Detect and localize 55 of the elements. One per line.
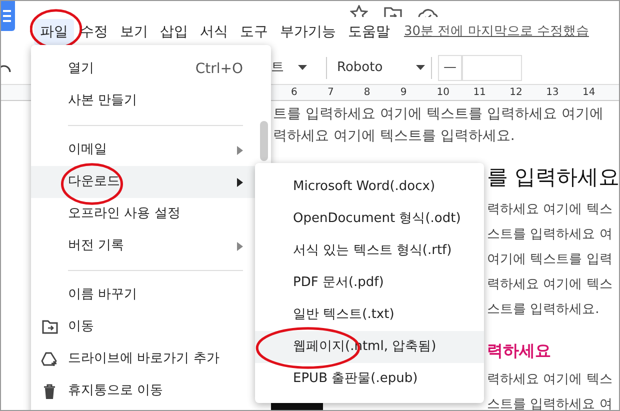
menu-item-label: 이동 [68, 318, 95, 336]
ruler-number: 10 [436, 86, 450, 100]
body-text: 스트를 입력하세요 여 [487, 226, 612, 244]
menu-item-label: 이름 바꾸기 [68, 286, 138, 304]
font-size-field[interactable] [462, 54, 522, 80]
caret-icon [416, 65, 425, 70]
menu-item[interactable]: 열기 Ctrl+O [31, 53, 271, 85]
menu-tab[interactable]: 서식 [194, 19, 234, 45]
body-text: 스트를 입력하세요 여 [487, 396, 612, 410]
menu-tab[interactable]: 부가기능 [274, 19, 342, 45]
ruler-number: 12 [510, 86, 524, 100]
font-size-decrease-button[interactable]: — [438, 54, 462, 80]
menu-item-label: 버전 기록 [68, 237, 126, 256]
menu-item-label: 사본 만들기 [68, 92, 138, 110]
docs-logo-icon[interactable] [1, 1, 15, 31]
menu-tab[interactable]: 도움말 [342, 19, 396, 45]
menu-item-label: 이메일 [68, 141, 108, 160]
menu-item-label: 다운로드 [68, 173, 121, 192]
folder-arrow-icon [42, 320, 58, 334]
body-text: 스트를 입력하세요. [487, 300, 600, 319]
menu-item-label: 열기 [68, 60, 95, 78]
menu-tab[interactable]: 수정 [74, 19, 114, 45]
trash-icon [43, 384, 56, 398]
body-text: 트를 입력하세요 여기에 텍스트를 입력하세요 여기에 [273, 104, 604, 124]
menu-item[interactable]: 사본 만들기 [31, 85, 271, 117]
shortcut-text: Ctrl+O [195, 60, 243, 78]
body-text: 력하세요 여기에 텍스트를 입력하세요. [273, 126, 515, 146]
menu-tab[interactable]: 삽입 [154, 19, 194, 45]
heading-text: 력하세요 [487, 340, 551, 362]
menu-tab[interactable]: 파일 [34, 19, 74, 45]
menu-item[interactable]: 이메일 [31, 134, 271, 166]
ruler-number: 6 [291, 86, 298, 100]
menu-item-label: 오프라인 사용 설정 [68, 205, 182, 224]
body-text: 력하세요 여기에 텍스 [487, 200, 612, 219]
font-dropdown[interactable]: Roboto [337, 58, 425, 78]
menu-item-label: 휴지통으로 이동 [68, 382, 164, 400]
ruler-number: 9 [400, 86, 408, 100]
drive-plus-icon [41, 352, 58, 366]
menu-tab[interactable]: 보기 [114, 19, 154, 45]
style-dropdown[interactable]: 트 [271, 58, 316, 78]
ruler-number: 13 [546, 86, 560, 100]
menu-item-label: 드라이브에 바로가기 추가 [68, 350, 220, 368]
scrollbar-thumb[interactable] [260, 121, 268, 161]
ruler-number: 8 [364, 86, 372, 100]
body-text: 여기에 텍스트를 입력 [487, 250, 612, 269]
ruler-number: 7 [327, 86, 335, 100]
body-text: 력하세요 여기에 텍스 [487, 370, 612, 389]
body-text: 력하세요 여기에 텍스 [487, 276, 612, 294]
heading-text: 를 입력하세요 [487, 164, 619, 192]
last-edit-link[interactable]: 30분 전에 마지막으로 수정했습 [404, 22, 589, 42]
menu-tab[interactable]: 도구 [234, 19, 274, 45]
ruler-number: 14 [582, 86, 596, 100]
ruler-number: 11 [473, 86, 487, 100]
menu-item[interactable]: PDF 문서(.pdf) [255, 267, 484, 299]
caret-icon [298, 65, 307, 70]
